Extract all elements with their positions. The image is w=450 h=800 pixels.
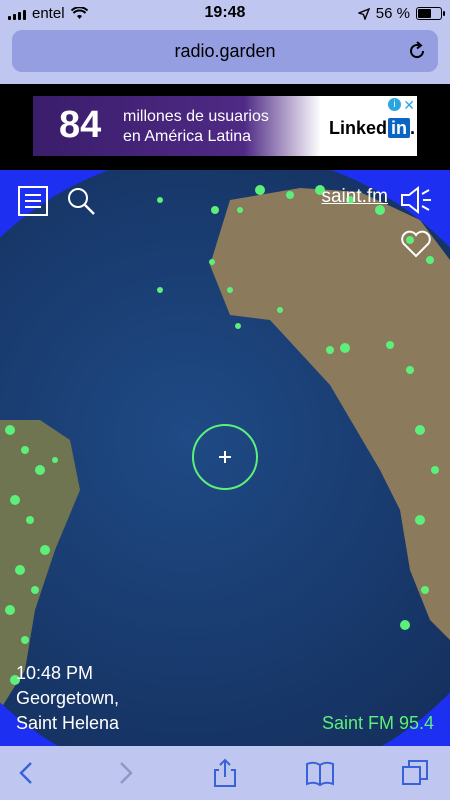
site-link[interactable]: saint.fm — [321, 186, 388, 208]
back-arrow-icon[interactable] — [12, 758, 42, 788]
ad-info-icon[interactable]: i — [388, 98, 401, 111]
place-city: Georgetown, — [16, 688, 120, 708]
address-bar[interactable]: radio.garden — [12, 30, 438, 72]
ad-number: 84 — [59, 104, 102, 146]
linkedin-dot: . — [410, 118, 416, 138]
book-icon[interactable] — [305, 758, 335, 788]
globe-map[interactable]: saint.fm 10:48 PM Georgetown, Saint Hele… — [0, 170, 450, 746]
ad-strip: 84 millones de usuarios en América Latin… — [0, 84, 450, 170]
battery-icon — [416, 7, 445, 20]
menu-icon[interactable] — [18, 186, 48, 216]
globe[interactable] — [0, 170, 450, 746]
ad-line-2: en América Latina — [123, 128, 252, 145]
status-bar: entel 19:48 56 % — [0, 0, 450, 26]
tabs-icon[interactable] — [400, 758, 430, 788]
url-text[interactable]: radio.garden — [12, 41, 438, 62]
forward-arrow-icon[interactable] — [110, 758, 140, 788]
speaker-icon[interactable] — [400, 184, 436, 216]
linkedin-logo: Linked in. — [329, 118, 415, 139]
share-icon[interactable] — [210, 758, 240, 788]
ad-line-1: millones de usuarios — [123, 108, 269, 125]
browser-toolbar — [0, 746, 450, 800]
reload-icon[interactable] — [406, 40, 428, 62]
place-country: Saint Helena — [16, 713, 120, 733]
local-time: 10:48 PM — [16, 663, 94, 683]
battery-percent: 56 % — [375, 5, 410, 22]
browser-address-area: radio.garden — [0, 26, 450, 84]
linkedin-badge: in — [388, 118, 411, 138]
ad-banner[interactable]: 84 millones de usuarios en América Latin… — [33, 96, 417, 156]
heart-icon[interactable] — [400, 230, 432, 258]
status-right: 56 % — [357, 5, 445, 22]
search-icon[interactable] — [66, 186, 96, 216]
location-arrow-icon — [357, 7, 370, 20]
ad-close-icon[interactable]: ✕ — [403, 97, 415, 114]
linkedin-text: Linked — [329, 118, 388, 138]
station-name[interactable]: Saint FM 95.4 — [322, 713, 434, 734]
